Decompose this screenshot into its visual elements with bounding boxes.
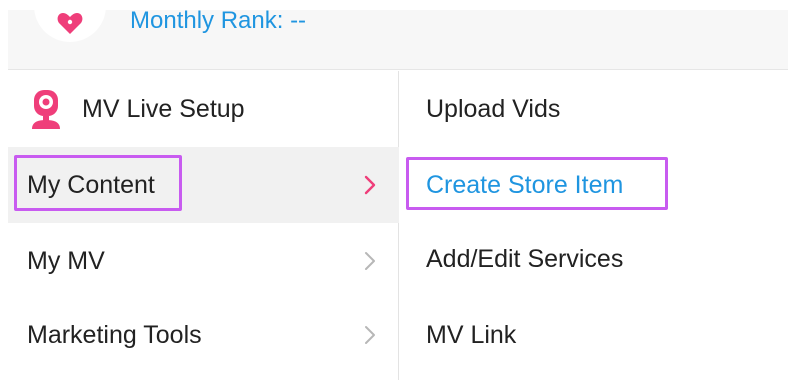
submenu-label: Upload Vids (426, 94, 561, 123)
submenu-label: Create Store Item (426, 170, 624, 199)
left-nav-menu: MV Live Setup My Content My MV Marketing… (8, 71, 399, 380)
chevron-right-icon (365, 252, 375, 270)
submenu-item-upload-vids[interactable]: Upload Vids (400, 71, 788, 147)
submenu: Upload Vids Create Store Item Add/Edit S… (400, 71, 788, 380)
submenu-item-mv-link[interactable]: MV Link (400, 297, 788, 373)
heart-icon (57, 13, 83, 34)
menu-item-marketing-tools[interactable]: Marketing Tools (8, 297, 399, 373)
menu-item-mv-live-setup[interactable]: MV Live Setup (8, 71, 399, 147)
chevron-right-icon (365, 326, 375, 344)
webcam-icon (32, 90, 60, 129)
menu-label: My MV (27, 246, 105, 275)
monthly-rank[interactable]: Monthly Rank: -- (130, 7, 306, 35)
menu-item-my-content[interactable]: My Content (8, 147, 399, 223)
menu-item-my-mv[interactable]: My MV (8, 223, 399, 299)
chevron-right-icon (364, 175, 376, 195)
submenu-label: MV Link (426, 320, 517, 349)
profile-header: Monthly Rank: -- (8, 0, 788, 70)
menu-label: MV Live Setup (82, 94, 245, 123)
submenu-item-create-store-item[interactable]: Create Store Item (400, 147, 788, 223)
submenu-label: Add/Edit Services (426, 244, 624, 273)
menu-label: My Content (27, 170, 155, 199)
menu-label: Marketing Tools (27, 320, 202, 349)
avatar[interactable] (34, 0, 106, 42)
submenu-item-add-edit-services[interactable]: Add/Edit Services (400, 221, 788, 297)
